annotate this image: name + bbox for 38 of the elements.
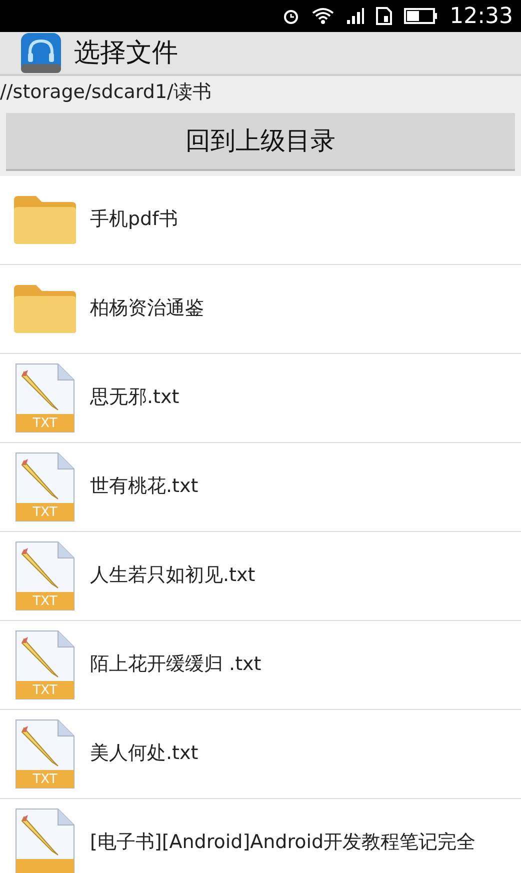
file-list-item[interactable]: TXT 思无邪.txt [0, 354, 521, 442]
file-name: 人生若只如初见.txt [90, 563, 256, 588]
file-list-item[interactable]: TXT 世有桃花.txt [0, 442, 521, 532]
text-file-icon [14, 540, 76, 612]
sim-card-icon [376, 7, 392, 25]
file-list-item[interactable]: TXT 陌上花开缓缓归 .txt [0, 620, 521, 710]
file-list-item[interactable]: 手机pdf书 [0, 176, 521, 264]
wifi-icon [312, 7, 334, 25]
text-file-icon [14, 450, 76, 522]
file-type-label: TXT [32, 772, 58, 788]
file-list-item[interactable]: 柏杨资治通鉴 [0, 264, 521, 354]
file-type-label: TXT [32, 594, 58, 610]
folder-icon [12, 194, 78, 246]
file-name: 世有桃花.txt [90, 474, 198, 500]
file-list-item[interactable]: [电子书][Android]Android开发教程笔记完全 [0, 798, 521, 873]
file-name: 柏杨资治通鉴 [90, 296, 204, 322]
current-path: //storage/sdcard1/读书 [0, 80, 212, 105]
file-type-label: TXT [32, 416, 58, 432]
app-title: 选择文件 [74, 36, 178, 70]
parent-directory-button[interactable]: 回到上级目录 [6, 112, 515, 170]
headphones-icon [20, 32, 62, 74]
file-name: 思无邪.txt [90, 385, 180, 410]
file-name: 陌上花开缓缓归 .txt [90, 652, 262, 678]
text-file-icon [14, 362, 76, 434]
folder-icon [12, 282, 78, 334]
file-list-item[interactable]: TXT 人生若只如初见.txt [0, 532, 521, 620]
file-type-label: TXT [32, 504, 58, 520]
signal-icon [346, 7, 364, 25]
text-file-icon [14, 718, 76, 790]
file-name: [电子书][Android]Android开发教程笔记完全 [90, 830, 476, 856]
file-list-item[interactable]: TXT 美人何处.txt [0, 710, 521, 798]
file-type-label: TXT [32, 682, 58, 698]
file-name: 手机pdf书 [90, 207, 178, 232]
file-name: 美人何处.txt [90, 741, 198, 766]
clock-time: 12:33 [450, 2, 513, 30]
text-file-icon [14, 628, 76, 700]
alarm-icon [282, 7, 300, 25]
battery-icon [404, 7, 438, 25]
